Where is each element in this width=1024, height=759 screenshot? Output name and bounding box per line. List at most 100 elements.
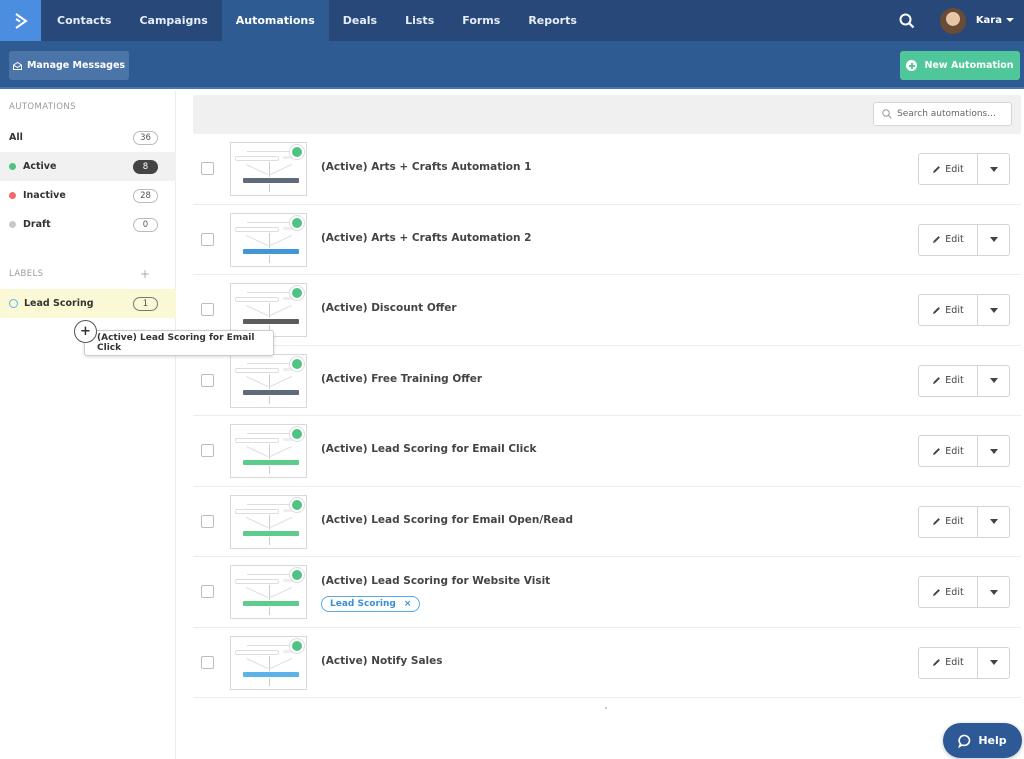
nav-items: Contacts Campaigns Automations Deals Lists Fo… — [41, 0, 591, 41]
caret-down-icon — [989, 166, 998, 172]
row-checkbox[interactable] — [201, 514, 214, 528]
pencil-icon — [933, 659, 941, 666]
automation-thumbnail[interactable] — [230, 494, 307, 549]
manage-messages-button[interactable]: Manage Messages — [9, 51, 129, 80]
nav-item-forms[interactable]: Forms — [448, 0, 514, 41]
edit-button-group: Edit — [918, 294, 1010, 326]
edit-button[interactable]: Edit — [919, 506, 978, 537]
automation-thumbnail[interactable] — [230, 353, 307, 408]
row-actions-dropdown[interactable] — [978, 154, 1009, 184]
count-badge: 36 — [133, 130, 158, 145]
caret-down-icon — [989, 660, 998, 665]
pencil-icon — [933, 236, 941, 243]
search-icon — [882, 109, 892, 119]
label-tag[interactable]: Lead Scoring × — [321, 596, 421, 612]
automation-thumbnail[interactable] — [230, 635, 307, 690]
automation-thumbnail[interactable] — [230, 142, 307, 196]
logo[interactable] — [0, 0, 41, 41]
caret-down-icon — [989, 519, 998, 524]
search-automations-field[interactable] — [873, 102, 1012, 126]
automation-title[interactable]: (Active) Lead Scoring for Email Click — [321, 443, 536, 455]
nav-item-lists[interactable]: Lists — [391, 0, 448, 41]
sidebar-filter-inactive[interactable]: Inactive 28 — [0, 181, 176, 210]
automation-row: (Active) Arts + Crafts Automation 1 Edit — [193, 134, 1021, 205]
nav-item-automations[interactable]: Automations — [221, 0, 329, 41]
help-button[interactable]: Help — [943, 723, 1022, 758]
add-label-button[interactable]: + — [140, 267, 150, 281]
automation-thumbnail[interactable] — [230, 283, 307, 337]
row-checkbox[interactable] — [201, 655, 214, 669]
row-checkbox[interactable] — [201, 162, 214, 175]
label-tag-text: Lead Scoring — [330, 599, 396, 609]
automation-thumbnail[interactable] — [230, 212, 307, 267]
nav-item-deals[interactable]: Deals — [329, 0, 391, 41]
automations-heading: AUTOMATIONS — [9, 102, 76, 112]
edit-button[interactable]: Edit — [919, 577, 978, 607]
pencil-icon — [933, 165, 941, 173]
automation-list: (Active) Arts + Crafts Automation 1Edit(… — [193, 95, 1021, 698]
automation-title[interactable]: (Active) Lead Scoring for Email Open/Rea… — [321, 514, 573, 526]
nav-item-reports[interactable]: Reports — [514, 0, 591, 41]
edit-label: Edit — [945, 516, 964, 527]
label-ring-icon — [9, 299, 18, 308]
edit-label: Edit — [945, 445, 964, 457]
sidebar-label-lead-scoring[interactable]: Lead Scoring 1 — [0, 289, 176, 318]
automation-row: (Active) Lead Scoring for Website Visit L… — [193, 557, 1021, 628]
search-button[interactable] — [896, 10, 918, 32]
sidebar-filter-active[interactable]: Active 8 — [0, 152, 176, 181]
new-automation-button[interactable]: New Automation — [900, 51, 1020, 80]
row-checkbox[interactable] — [201, 585, 214, 598]
drag-tooltip: (Active) Lead Scoring for Email Click — [84, 330, 274, 356]
row-checkbox[interactable] — [201, 444, 214, 457]
row-actions-dropdown[interactable] — [978, 436, 1009, 466]
avatar[interactable] — [939, 7, 966, 34]
edit-button-group: Edit — [918, 153, 1010, 185]
search-automations-input[interactable] — [897, 109, 1007, 119]
edit-button[interactable]: Edit — [919, 436, 978, 466]
start-node-icon — [292, 570, 302, 580]
sub-header: Manage Messages New Automation — [0, 41, 1024, 89]
automation-title[interactable]: (Active) Lead Scoring for Website Visit — [321, 575, 550, 587]
nav-right: Kara — [896, 0, 1024, 41]
row-actions-dropdown[interactable] — [978, 366, 1009, 396]
automation-thumbnail[interactable] — [230, 424, 307, 478]
row-checkbox[interactable] — [201, 303, 214, 316]
sidebar-filter-draft[interactable]: Draft 0 — [0, 210, 176, 239]
automation-title[interactable]: (Active) Arts + Crafts Automation 1 — [321, 161, 531, 173]
remove-tag-icon[interactable]: × — [404, 599, 412, 609]
automation-title[interactable]: (Active) Free Training Offer — [321, 373, 482, 385]
labels-header: LABELS + — [0, 267, 176, 281]
edit-button[interactable]: Edit — [919, 154, 978, 184]
edit-label: Edit — [945, 375, 964, 386]
nav-item-contacts[interactable]: Contacts — [43, 0, 125, 41]
drag-tooltip-text: (Active) Lead Scoring for Email Click — [97, 333, 255, 353]
row-actions-dropdown[interactable] — [978, 577, 1009, 607]
row-actions-dropdown[interactable] — [978, 648, 1009, 678]
edit-button[interactable]: Edit — [919, 365, 978, 396]
drag-move-icon[interactable]: + — [74, 320, 97, 343]
user-menu[interactable]: Kara — [976, 15, 1014, 26]
row-actions-dropdown[interactable] — [978, 295, 1009, 325]
start-node-icon — [292, 217, 302, 228]
help-label: Help — [978, 734, 1007, 747]
row-actions-dropdown[interactable] — [978, 225, 1009, 255]
scroll-indicator — [605, 707, 607, 709]
pencil-icon — [933, 588, 941, 596]
automation-title[interactable]: (Active) Notify Sales — [321, 655, 443, 667]
automation-row: (Active) Lead Scoring for Email Open/Rea… — [193, 487, 1021, 557]
row-checkbox[interactable] — [201, 373, 214, 387]
edit-button[interactable]: Edit — [919, 295, 978, 325]
edit-button[interactable]: Edit — [919, 224, 978, 255]
row-checkbox[interactable] — [201, 232, 214, 246]
automation-thumbnail[interactable] — [230, 565, 307, 619]
count-badge: 8 — [133, 159, 158, 174]
nav-item-campaigns[interactable]: Campaigns — [125, 0, 221, 41]
sidebar-filter-all[interactable]: All 36 — [0, 123, 176, 152]
pencil-icon — [933, 447, 941, 455]
automation-title[interactable]: (Active) Discount Offer — [321, 302, 457, 314]
caret-down-icon — [989, 589, 998, 595]
automation-title[interactable]: (Active) Arts + Crafts Automation 2 — [321, 232, 531, 244]
automation-rows: (Active) Arts + Crafts Automation 1 Edit(… — [193, 134, 1021, 698]
edit-button[interactable]: Edit — [919, 647, 978, 678]
row-actions-dropdown[interactable] — [978, 507, 1009, 537]
